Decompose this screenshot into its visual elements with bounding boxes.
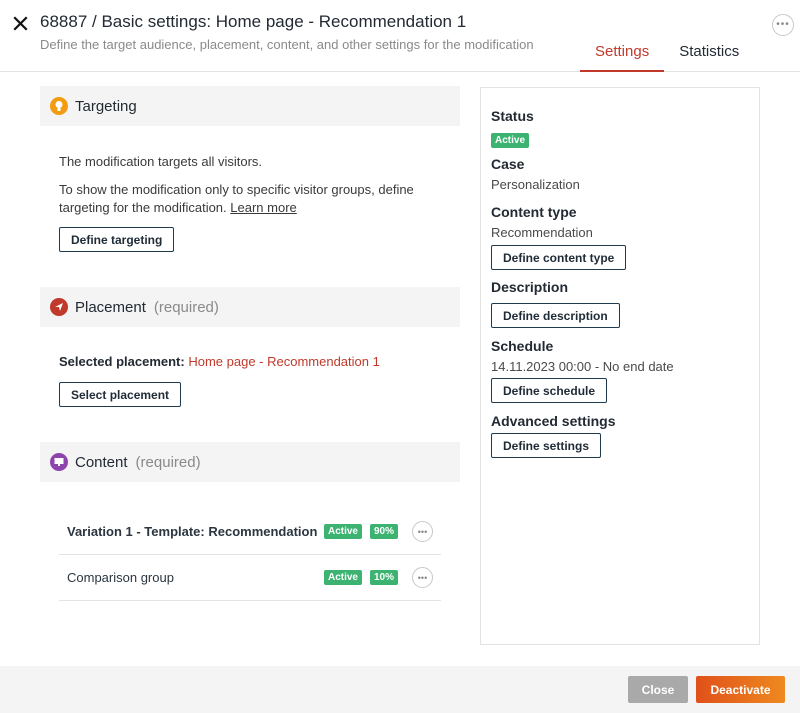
targeting-title: Targeting [75, 97, 137, 115]
page-subtitle: Define the target audience, placement, c… [40, 37, 534, 52]
dialog-footer: Close Deactivate [0, 666, 800, 713]
status-badge: Active [323, 524, 362, 539]
tab-bar: Settings Statistics [580, 40, 754, 72]
dialog-header: 68887 / Basic settings: Home page - Reco… [0, 0, 800, 72]
define-schedule-button[interactable]: Define schedule [491, 378, 608, 403]
learn-more-link[interactable]: Learn more [230, 200, 296, 215]
variation-row[interactable]: Variation 1 - Template: Recommendation A… [59, 509, 441, 555]
share-badge: 90% [369, 524, 398, 539]
schedule-label: Schedule [491, 338, 554, 354]
summary-panel: Status Active Case Personalization Conte… [480, 87, 760, 645]
description-label: Description [491, 279, 569, 295]
targeting-help-line1: To show the modification only to specifi… [59, 182, 414, 197]
content-icon [50, 453, 68, 471]
status-label: Status [491, 108, 534, 124]
close-button[interactable]: Close [628, 676, 688, 703]
variation-name[interactable]: Variation 1 - Template: Recommendation [67, 524, 324, 539]
close-icon[interactable] [12, 12, 30, 34]
content-required: (required) [135, 453, 201, 471]
tab-settings[interactable]: Settings [580, 40, 665, 72]
case-value: Personalization [491, 177, 580, 192]
page-title: 68887 / Basic settings: Home page - Reco… [40, 12, 467, 31]
define-description-button[interactable]: Define description [491, 303, 620, 328]
content-title: Content [75, 453, 128, 471]
advanced-settings-label: Advanced settings [491, 413, 616, 429]
share-badge: 10% [369, 570, 398, 585]
content-type-label: Content type [491, 204, 577, 220]
select-placement-button[interactable]: Select placement [59, 382, 182, 407]
variation-row[interactable]: Comparison group Active 10% ••• [59, 555, 441, 601]
targeting-section-header: Targeting [40, 86, 460, 126]
case-label: Case [491, 156, 525, 172]
targeting-icon [50, 97, 68, 115]
targeting-help-line2: targeting for the modification. [59, 200, 227, 215]
ellipsis-icon[interactable]: ••• [772, 14, 794, 36]
targeting-summary: The modification targets all visitors. [59, 154, 263, 169]
status-badge: Active [491, 133, 530, 148]
selected-placement: Selected placement: Home page - Recommen… [59, 353, 380, 371]
placement-icon [50, 298, 68, 316]
define-content-type-button[interactable]: Define content type [491, 245, 627, 270]
placement-required: (required) [153, 298, 219, 316]
deactivate-button[interactable]: Deactivate [696, 676, 785, 703]
content-type-value: Recommendation [491, 225, 593, 240]
placement-section-header: Placement (required) [40, 287, 460, 327]
ellipsis-icon[interactable]: ••• [412, 521, 433, 542]
ellipsis-icon[interactable]: ••• [412, 567, 433, 588]
selected-placement-label: Selected placement: [59, 354, 185, 369]
schedule-value: 14.11.2023 00:00 - No end date [491, 359, 674, 374]
status-badge: Active [323, 570, 362, 585]
content-section-header: Content (required) [40, 442, 460, 482]
variation-name[interactable]: Comparison group [67, 570, 324, 585]
tab-statistics[interactable]: Statistics [664, 40, 754, 72]
define-settings-button[interactable]: Define settings [491, 433, 602, 458]
targeting-help: To show the modification only to specifi… [59, 181, 414, 217]
define-targeting-button[interactable]: Define targeting [59, 227, 175, 252]
placement-title: Placement [75, 298, 146, 316]
selected-placement-value[interactable]: Home page - Recommendation 1 [188, 354, 380, 369]
